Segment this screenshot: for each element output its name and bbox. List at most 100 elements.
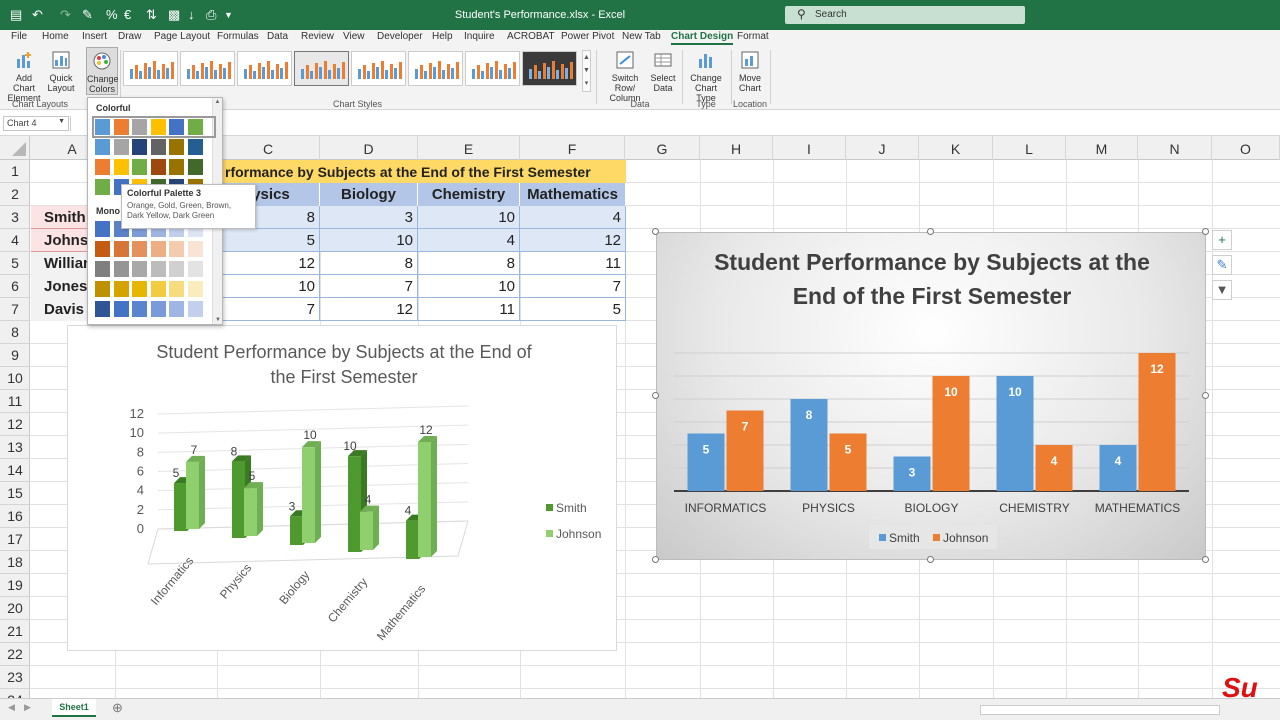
color-palette-option[interactable] xyxy=(95,159,213,175)
student-name-cell[interactable]: Willian xyxy=(31,252,92,275)
bar-johnson[interactable] xyxy=(244,482,263,536)
row-header[interactable]: 5 xyxy=(0,252,30,275)
quick-layout-button[interactable]: Quick Layout xyxy=(45,50,77,93)
menu-tab-inquire[interactable]: Inquire xyxy=(464,31,495,42)
legend-label[interactable]: Smith xyxy=(889,531,920,545)
row-header[interactable]: 1 xyxy=(0,160,30,183)
row-header[interactable]: 2 xyxy=(0,183,30,206)
resize-handle[interactable] xyxy=(927,228,934,235)
score-cell[interactable]: 7 xyxy=(223,298,320,321)
resize-handle[interactable] xyxy=(652,556,659,563)
score-cell[interactable]: 8 xyxy=(320,252,418,275)
row-header[interactable]: 19 xyxy=(0,574,30,597)
legend-label[interactable]: Johnson xyxy=(556,527,601,541)
score-cell[interactable]: 7 xyxy=(520,275,626,298)
bar-johnson[interactable] xyxy=(302,441,321,543)
chart-style-thumbnail[interactable] xyxy=(294,51,349,86)
row-header[interactable]: 23 xyxy=(0,666,30,689)
score-cell[interactable]: 12 xyxy=(223,252,320,275)
bar-johnson[interactable] xyxy=(186,455,205,529)
bar-smith[interactable] xyxy=(1099,445,1137,491)
table-header-cell[interactable]: Chemistry xyxy=(418,183,520,206)
row-header[interactable]: 9 xyxy=(0,344,30,367)
score-cell[interactable]: 10 xyxy=(320,229,418,252)
score-cell[interactable]: 12 xyxy=(320,298,418,321)
column-header[interactable]: C xyxy=(217,136,320,160)
add-sheet-icon[interactable]: ⊕ xyxy=(112,700,123,716)
chart-styles-brush-icon[interactable]: ✎ xyxy=(1212,255,1232,275)
search-input[interactable]: ⚲ Search xyxy=(785,6,1025,24)
column-header[interactable]: E xyxy=(418,136,520,160)
move-chart-button[interactable]: Move Chart xyxy=(736,50,764,93)
add-chart-element-button[interactable]: Add Chart Element xyxy=(4,50,44,103)
select-all-corner[interactable] xyxy=(0,136,30,160)
score-cell[interactable]: 4 xyxy=(520,206,626,229)
chart-style-thumbnail[interactable] xyxy=(237,51,292,86)
row-header[interactable]: 13 xyxy=(0,436,30,459)
score-cell[interactable]: 10 xyxy=(223,275,320,298)
chart-style-thumbnail[interactable] xyxy=(465,51,520,86)
menu-tab-acrobat[interactable]: ACROBAT xyxy=(507,31,555,42)
score-cell[interactable]: 10 xyxy=(418,275,520,298)
menu-tab-insert[interactable]: Insert xyxy=(82,31,107,42)
bar-johnson[interactable] xyxy=(418,436,437,557)
column-header[interactable]: L xyxy=(993,136,1066,160)
scroll-down-icon[interactable]: ▼ xyxy=(213,317,223,323)
menu-tab-developer[interactable]: Developer xyxy=(377,31,423,42)
column-header[interactable]: F xyxy=(520,136,625,160)
column-header[interactable]: N xyxy=(1138,136,1212,160)
score-cell[interactable]: 8 xyxy=(418,252,520,275)
row-header[interactable]: 20 xyxy=(0,597,30,620)
resize-handle[interactable] xyxy=(652,392,659,399)
menu-tab-new-tab[interactable]: New Tab xyxy=(622,31,661,42)
select-data-button[interactable]: Select Data xyxy=(650,50,676,93)
change-colors-button[interactable]: Change Colors xyxy=(86,47,119,95)
column-header[interactable]: J xyxy=(846,136,919,160)
score-cell[interactable]: 11 xyxy=(520,252,626,275)
switch-row-column-button[interactable]: Switch Row/ Column xyxy=(602,50,648,103)
color-palette-option[interactable] xyxy=(95,301,213,317)
column-header[interactable]: K xyxy=(919,136,993,160)
column-header[interactable]: D xyxy=(320,136,418,160)
menu-tab-formulas[interactable]: Formulas xyxy=(217,31,259,42)
table-header-cell[interactable]: Mathematics xyxy=(520,183,626,206)
row-header[interactable]: 8 xyxy=(0,321,30,344)
score-cell[interactable]: 5 xyxy=(520,298,626,321)
chart-3d-column[interactable]: Student Performance by Subjects at the E… xyxy=(67,325,617,651)
legend-label[interactable]: Johnson xyxy=(943,531,988,545)
score-cell[interactable]: 12 xyxy=(520,229,626,252)
student-name-cell[interactable]: Smith xyxy=(31,206,87,229)
next-sheet-icon[interactable]: ▶ xyxy=(24,702,31,713)
score-cell[interactable]: 11 xyxy=(418,298,520,321)
change-chart-type-button[interactable]: Change Chart Type xyxy=(686,50,726,103)
column-header[interactable]: G xyxy=(625,136,700,160)
chart-style-thumbnail[interactable] xyxy=(522,51,577,86)
menu-tab-view[interactable]: View xyxy=(343,31,365,42)
row-header[interactable]: 18 xyxy=(0,551,30,574)
gallery-scroll[interactable]: ▲ ▼ ▾ xyxy=(582,50,591,92)
student-name-cell[interactable]: Davis xyxy=(31,298,87,321)
row-header[interactable]: 22 xyxy=(0,643,30,666)
student-name-cell[interactable]: Johnso xyxy=(31,229,97,252)
color-palette-option[interactable] xyxy=(95,241,213,257)
table-header-cell[interactable]: Biology xyxy=(320,183,418,206)
bar-johnson[interactable] xyxy=(360,505,379,550)
row-header[interactable]: 15 xyxy=(0,482,30,505)
menu-tab-file[interactable]: File xyxy=(11,31,27,42)
student-name-cell[interactable]: Jones xyxy=(31,275,87,298)
resize-handle[interactable] xyxy=(652,228,659,235)
chart-style-thumbnail[interactable] xyxy=(123,51,178,86)
resize-handle[interactable] xyxy=(1202,392,1209,399)
menu-tab-data[interactable]: Data xyxy=(267,31,288,42)
row-header[interactable]: 12 xyxy=(0,413,30,436)
row-header[interactable]: 3 xyxy=(0,206,30,229)
score-cell[interactable]: 4 xyxy=(418,229,520,252)
row-header[interactable]: 16 xyxy=(0,505,30,528)
row-header[interactable]: 7 xyxy=(0,298,30,321)
menu-tab-format[interactable]: Format xyxy=(737,31,769,42)
table-title[interactable]: rformance by Subjects at the End of the … xyxy=(223,160,626,183)
resize-handle[interactable] xyxy=(1202,228,1209,235)
color-palette-option[interactable] xyxy=(95,261,213,277)
row-header[interactable]: 6 xyxy=(0,275,30,298)
bar-johnson[interactable] xyxy=(1035,445,1073,491)
